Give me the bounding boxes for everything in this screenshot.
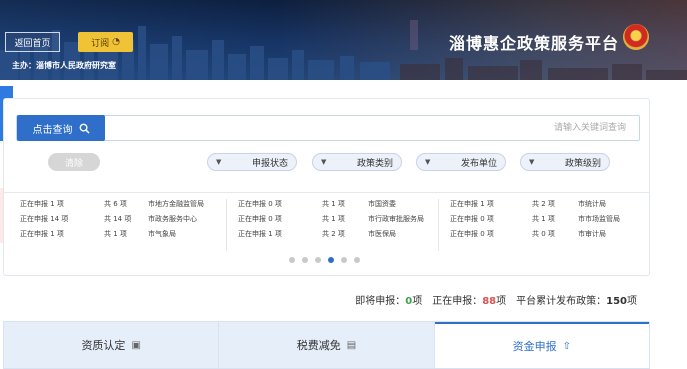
policy-counts: 即将申报：0项 正在申报：88项 平台累计发布政策：150项 xyxy=(355,292,637,307)
search-bar: 点击查询 xyxy=(16,115,640,141)
tab-qualification-label: 资质认定 xyxy=(81,339,126,352)
stats-row[interactable]: 正在申报 1 项共 6 项市地方金融监管局 xyxy=(20,199,220,214)
filter-row: 清除 ▼ 申报状态 ▼ 政策类别 ▼ 发布单位 ▼ 政策级别 xyxy=(4,153,651,173)
column-divider xyxy=(438,199,439,251)
upload-icon: ⇧ xyxy=(562,340,572,352)
stats-column: 正在申报 1 项共 2 项市统计局 正在申报 0 项共 1 项市市场监管局 正在… xyxy=(450,199,650,244)
upcoming-count: 即将申报：0项 xyxy=(355,296,423,307)
pager-dot[interactable] xyxy=(328,257,334,263)
tab-tax-relief[interactable]: 税费减免 ▤ xyxy=(219,322,435,368)
stats-row[interactable]: 正在申报 1 项共 1 项市气象局 xyxy=(20,229,220,244)
stats-row[interactable]: 正在申报 0 项共 1 项市国资委 xyxy=(238,199,438,214)
stats-row[interactable]: 正在申报 1 项共 2 项市统计局 xyxy=(450,199,650,214)
pager-dot[interactable] xyxy=(341,257,347,263)
chevron-down-icon: ▼ xyxy=(216,158,222,166)
page-title: 淄博惠企政策服务平台 xyxy=(448,34,619,53)
header-banner: 返回首页 订阅 ◔ 主办：淄博市人民政府研究室 淄博惠企政策服务平台 xyxy=(0,0,687,80)
active-count: 正在申报：88项 xyxy=(432,296,507,307)
tab-fund-application[interactable]: 资金申报 ⇧ xyxy=(434,322,649,368)
national-emblem-icon xyxy=(623,24,649,50)
chevron-down-icon: ▼ xyxy=(321,158,327,166)
dropdown-status-label: 申报状态 xyxy=(251,158,288,169)
chevron-down-icon: ▼ xyxy=(425,158,431,166)
stats-column: 正在申报 0 项共 1 项市国资委 正在申报 0 项共 1 项市行政审批服务局 … xyxy=(238,199,438,244)
reset-button[interactable]: 清除 xyxy=(48,153,100,171)
page: 返回首页 订阅 ◔ 主办：淄博市人民政府研究室 淄博惠企政策服务平台 常用 在线… xyxy=(0,0,687,369)
tab-qualification[interactable]: 资质认定 ▣ xyxy=(4,322,220,368)
pager-dot[interactable] xyxy=(289,257,295,263)
dropdown-level-label: 政策级别 xyxy=(564,158,601,169)
carousel-pager xyxy=(289,257,360,263)
total-count: 平台累计发布政策：150项 xyxy=(516,296,637,307)
pager-dot[interactable] xyxy=(354,257,360,263)
dropdown-level[interactable]: ▼ 政策级别 xyxy=(520,153,610,171)
pager-dot[interactable] xyxy=(302,257,308,263)
stats-row[interactable]: 正在申报 0 项共 1 项市市场监管局 xyxy=(450,214,650,229)
dropdown-publisher-label: 发布单位 xyxy=(460,158,497,169)
tab-fund-application-label: 资金申报 xyxy=(512,340,557,353)
pager-dot[interactable] xyxy=(315,257,321,263)
certificate-icon: ▣ xyxy=(131,339,141,351)
rss-icon: ◔ xyxy=(112,37,120,47)
stats-row[interactable]: 正在申报 0 项共 1 项市行政审批服务局 xyxy=(238,214,438,229)
dropdown-category[interactable]: ▼ 政策类别 xyxy=(312,153,402,171)
search-button-label: 点击查询 xyxy=(32,124,73,136)
department-stats: 正在申报 1 项共 6 项市地方金融监管局 正在申报 14 项共 14 项市政务… xyxy=(4,192,649,272)
category-tabs: 资质认定 ▣ 税费减免 ▤ 资金申报 ⇧ xyxy=(3,321,650,369)
stats-column: 正在申报 1 项共 6 项市地方金融监管局 正在申报 14 项共 14 项市政务… xyxy=(20,199,220,244)
search-button[interactable]: 点击查询 xyxy=(17,115,105,141)
stats-row[interactable]: 正在申报 0 项共 0 项市审计局 xyxy=(450,229,650,244)
chevron-down-icon: ▼ xyxy=(529,158,535,166)
stats-row[interactable]: 正在申报 14 项共 14 项市政务服务中心 xyxy=(20,214,220,229)
tax-icon: ▤ xyxy=(346,339,357,351)
host-label: 主办：淄博市人民政府研究室 xyxy=(12,61,116,70)
dropdown-status[interactable]: ▼ 申报状态 xyxy=(207,153,297,171)
search-card: 点击查询 清除 ▼ 申报状态 ▼ 政策类别 ▼ 发布单位 ▼ 政策级别 xyxy=(3,98,650,276)
column-divider xyxy=(226,199,227,251)
dropdown-publisher[interactable]: ▼ 发布单位 xyxy=(416,153,506,171)
dropdown-category-label: 政策类别 xyxy=(356,158,393,169)
search-input[interactable] xyxy=(112,116,632,140)
subscribe-button[interactable]: 订阅 ◔ xyxy=(78,32,133,52)
stats-row[interactable]: 正在申报 1 项共 2 项市医保局 xyxy=(238,229,438,244)
home-button[interactable]: 返回首页 xyxy=(5,32,60,52)
search-icon xyxy=(79,123,90,134)
tab-tax-relief-label: 税费减免 xyxy=(296,339,341,352)
subscribe-label: 订阅 xyxy=(91,38,110,49)
